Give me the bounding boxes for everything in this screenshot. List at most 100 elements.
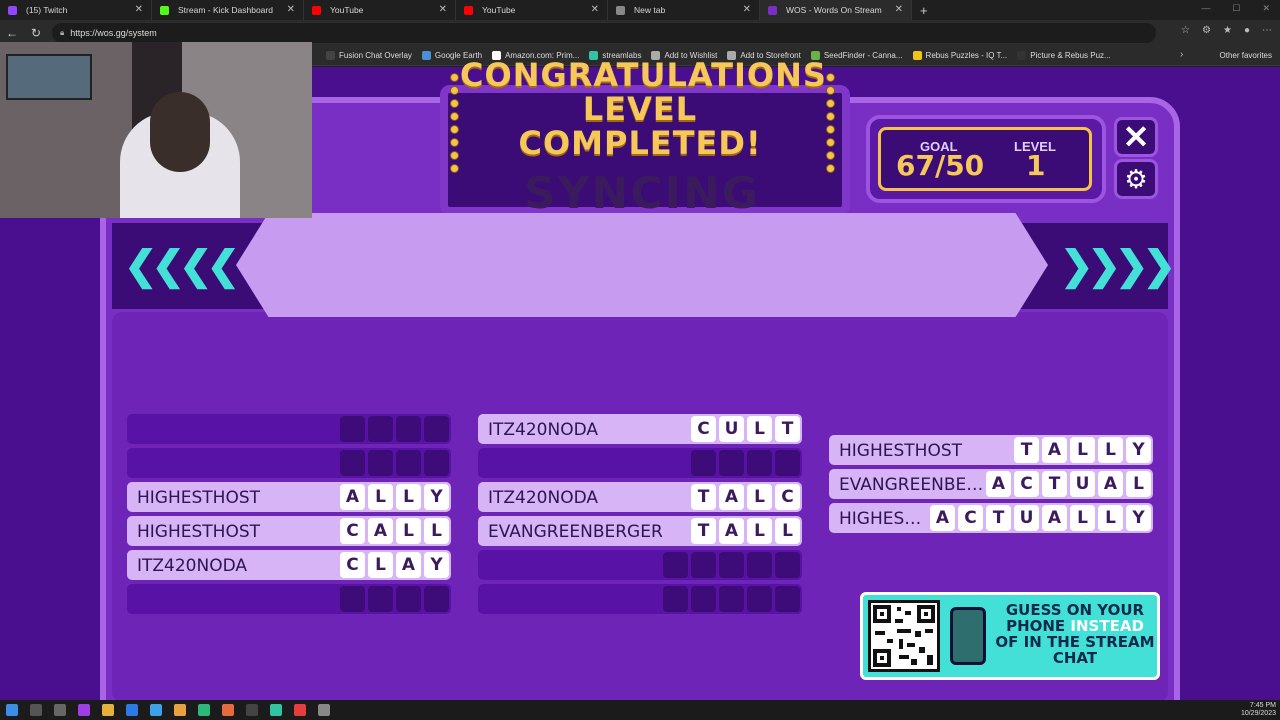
letter-tile: C [340,552,365,578]
word-row: EVANGREENBE… A C T U A L [829,469,1153,499]
letter-tile: T [1014,437,1039,463]
tab-close-icon[interactable]: ✕ [895,4,903,15]
bookmark-label: Picture & Rebus Puz... [1030,51,1111,60]
word-row: HIGHES… A C T U A L L Y [829,503,1153,533]
outlook-icon[interactable] [126,704,138,716]
word-row: ITZ420NODA T A L C [478,482,802,512]
tab-close-icon[interactable]: ✕ [135,4,143,15]
start-icon[interactable] [6,704,18,716]
tab-label: (15) Twitch [26,5,68,15]
letter-tile: A [930,505,955,531]
obs-icon[interactable] [246,704,258,716]
letter-tile: T [986,505,1011,531]
empty-tile [424,450,449,476]
close-window-icon[interactable]: ✕ [1262,3,1270,14]
menu-dots-icon[interactable]: ⋯ [1262,25,1272,36]
system-clock[interactable]: 7:45 PM 10/29/2023 [1241,702,1276,718]
firefox-icon[interactable] [222,704,234,716]
bookmarks-overflow-icon[interactable]: › [1180,49,1183,60]
tab-favicon-icon [312,5,321,15]
profile-icon[interactable]: ● [1244,25,1250,36]
letter-tiles: TALL [691,518,800,544]
marquee-bulb [450,112,459,121]
tab-favicon-icon [464,5,473,15]
qr-code-icon[interactable] [868,600,940,672]
browser-tab[interactable]: (15) Twitch ✕ [0,0,152,20]
url-field[interactable]: 🔒︎ https://wos.gg/system [52,23,1156,43]
empty-tile [368,416,393,442]
tab-close-icon[interactable]: ✕ [287,4,295,15]
empty-tile [747,586,772,612]
bookmark-item[interactable]: Fusion Chat Overlay [326,51,412,60]
tab-label: YouTube [330,5,364,15]
extensions-icon[interactable]: ⚙ [1202,25,1211,36]
player-name: EVANGREENBERGER [488,522,663,542]
search-icon[interactable] [30,704,42,716]
tab-close-icon[interactable]: ✕ [439,4,447,15]
letter-tile: L [368,484,393,510]
app-icon-2[interactable] [294,704,306,716]
letter-tiles: ALLY [340,484,449,510]
marquee-bulb [826,125,835,134]
chrome-icon[interactable] [174,704,186,716]
player-name: HIGHESTHOST [137,522,261,542]
back-icon[interactable]: ← [0,26,24,40]
new-tab-button[interactable]: + [920,3,928,18]
bookmark-icon [421,51,431,60]
letter-tiles [691,450,800,476]
maximize-icon[interactable]: ☐ [1232,3,1240,14]
browser-tab[interactable]: YouTube ✕ [456,0,608,20]
browser-tab[interactable]: YouTube ✕ [304,0,456,20]
clock-time: 7:45 PM [1249,702,1276,709]
empty-tile [719,552,744,578]
letter-tiles: ACTUAL [986,471,1151,497]
minimize-icon[interactable]: — [1201,3,1210,14]
tab-close-icon[interactable]: ✕ [743,4,751,15]
favorites-icon[interactable]: ★ [1223,25,1232,36]
reload-icon[interactable]: ↻ [24,26,48,40]
webcam-person-head [150,92,210,172]
app-icon-1[interactable] [78,704,90,716]
letter-tile: A [1042,437,1067,463]
letter-tile: U [1070,471,1095,497]
browser-tab[interactable]: WOS - Words On Stream ✕ [760,0,912,20]
bookmark-item[interactable]: Rebus Puzzles - IQ T... [912,51,1007,60]
letter-tile: A [986,471,1011,497]
empty-tile [747,552,772,578]
letter-tile: L [1098,505,1123,531]
empty-tile [424,586,449,612]
letter-tile: Y [424,552,449,578]
browser-tab[interactable]: New tab ✕ [608,0,760,20]
word-row: ITZ420NODA C L A Y [127,550,451,580]
settings-gear-icon[interactable]: ⚙ [1114,159,1158,199]
edge-dev-icon[interactable] [198,704,210,716]
tab-favicon-icon [768,5,777,15]
lock-icon: 🔒︎ [60,28,65,37]
letter-tile: U [1014,505,1039,531]
bookmark-item[interactable]: Picture & Rebus Puz... [1017,51,1111,60]
edge-icon[interactable] [150,704,162,716]
favorite-star-icon[interactable]: ☆ [1181,25,1190,36]
letter-tile: A [719,518,744,544]
streamlabs-icon[interactable] [270,704,282,716]
letter-tile: L [368,552,393,578]
tab-close-icon[interactable]: ✕ [591,4,599,15]
chevrons-left-icon: ❮❮❮❮ [124,244,240,288]
syncing-label: SYNCING [524,168,760,219]
empty-tile [775,450,800,476]
letter-tile: U [719,416,744,442]
letter-tiles: TALLY [1014,437,1151,463]
phone-icon [950,607,986,665]
close-button[interactable]: ✕ [1114,117,1158,157]
letter-tiles: TALC [691,484,800,510]
settings-icon[interactable] [318,704,330,716]
file-explorer-icon[interactable] [102,704,114,716]
marquee-bulb [826,73,835,82]
browser-tab[interactable]: Stream - Kick Dashboard ✕ [152,0,304,20]
letter-tile: A [368,518,393,544]
empty-tile [663,586,688,612]
other-favorites[interactable]: Other favorites [1220,51,1272,60]
tab-favicon-icon [8,5,17,15]
task-view-icon[interactable] [54,704,66,716]
letter-tile: L [1126,471,1151,497]
